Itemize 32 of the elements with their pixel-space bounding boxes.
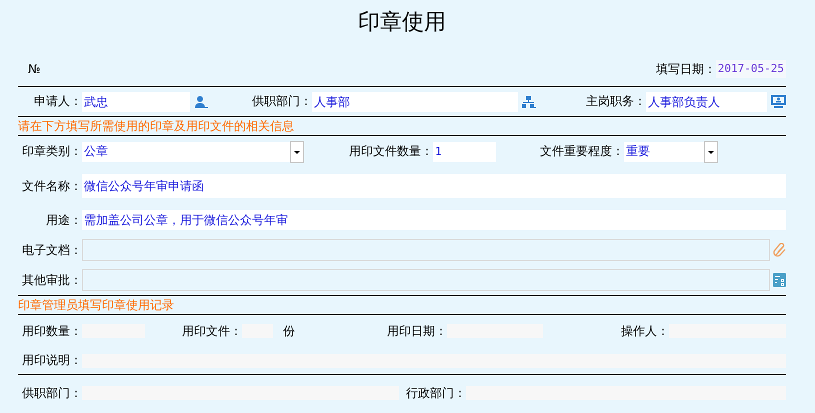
field-label: 填写日期：	[656, 60, 716, 78]
input-field[interactable]: 微信公众号年审申请函	[82, 174, 786, 198]
field-label: 申请人：	[33, 93, 82, 110]
dropdown[interactable]: 重要	[624, 142, 718, 162]
field-label: 操作人：	[620, 322, 669, 340]
field-label: 用印文件：	[181, 322, 242, 340]
field-label: 文件重要程度：	[539, 143, 624, 160]
field-label: 其他审批：	[21, 272, 82, 288]
number-mark: №	[28, 62, 40, 76]
field-label: 供职部门：	[21, 384, 82, 402]
date-field: 2017-05-25	[716, 60, 786, 78]
field-label: 用印说明：	[21, 352, 82, 369]
dropdown[interactable]: 公章	[82, 142, 304, 162]
input-field[interactable]: 武忠	[82, 92, 190, 112]
input-field[interactable]: 人事部负责人	[646, 92, 767, 112]
field-label: 主岗职务：	[585, 93, 646, 110]
unit-label: 份	[283, 322, 295, 340]
field-label: 用印文件数量：	[348, 143, 433, 160]
input-field[interactable]: 1	[433, 142, 496, 162]
field-label: 用印数量：	[21, 322, 82, 340]
section-heading: 印章管理员填写印章使用记录	[18, 297, 175, 314]
input-field[interactable]: 人事部	[312, 92, 518, 112]
field-label: 电子文档：	[21, 242, 82, 258]
field-label: 用途：	[45, 212, 82, 228]
field-label: 供职部门：	[251, 93, 312, 110]
section-heading: 请在下方填写所需使用的印章及用印文件的相关信息	[18, 118, 295, 135]
field-label: 印章类别：	[21, 143, 82, 160]
input-field[interactable]: 需加盖公司公章，用于微信公众号年审	[82, 210, 786, 230]
field-label: 用印日期：	[386, 322, 447, 340]
form-title: 印章使用	[357, 9, 447, 37]
field-label: 文件名称：	[21, 178, 82, 194]
field-label: 行政部门：	[405, 384, 466, 402]
